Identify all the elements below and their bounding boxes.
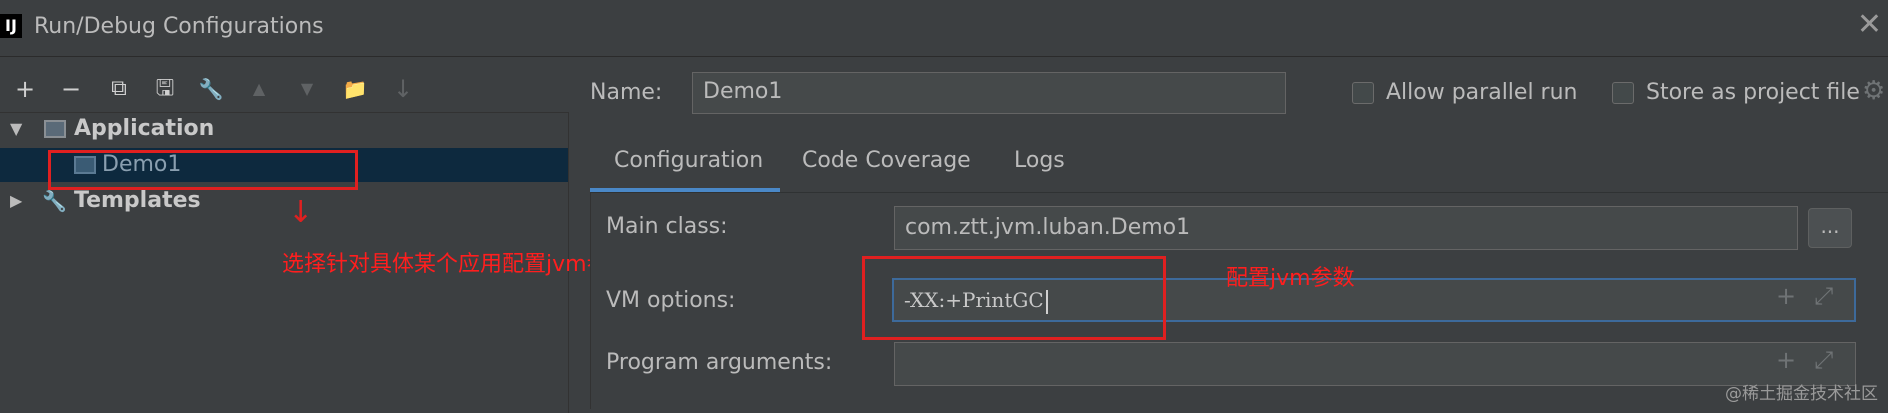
annotation-note-right: 配置jvm参数 bbox=[1226, 266, 1355, 291]
add-icon[interactable]: + bbox=[10, 74, 40, 104]
tree-item-application[interactable]: ▼ Application bbox=[0, 112, 568, 146]
plus-icon[interactable]: + bbox=[1776, 282, 1796, 310]
main-class-label: Main class: bbox=[606, 214, 728, 239]
gear-icon[interactable]: ⚙ bbox=[1862, 76, 1885, 106]
folder-icon[interactable]: 📁 bbox=[340, 74, 370, 104]
copy-icon[interactable]: ⧉ bbox=[104, 74, 134, 104]
expand-icon[interactable]: ⤢ bbox=[1814, 346, 1833, 374]
tree-item-label: Application bbox=[74, 116, 215, 141]
move-up-icon[interactable]: ▲ bbox=[244, 74, 274, 104]
name-label: Name: bbox=[590, 80, 663, 105]
tab-logs[interactable]: Logs bbox=[1014, 148, 1065, 173]
move-down-icon[interactable]: ▼ bbox=[292, 74, 322, 104]
save-icon[interactable]: 🖫 bbox=[150, 74, 180, 104]
expanded-caret-icon[interactable]: ▼ bbox=[10, 112, 22, 146]
annotation-box-vm-options bbox=[862, 256, 1166, 340]
store-project-label: Store as project file bbox=[1646, 80, 1860, 105]
store-project-checkbox[interactable] bbox=[1612, 82, 1634, 104]
main-class-input[interactable]: com.ztt.jvm.luban.Demo1 bbox=[894, 206, 1798, 250]
browse-button[interactable]: ... bbox=[1808, 208, 1852, 248]
program-arguments-input[interactable] bbox=[894, 342, 1856, 386]
window-title: Run/Debug Configurations bbox=[34, 14, 324, 39]
remove-icon[interactable]: − bbox=[56, 74, 86, 104]
collapsed-caret-icon[interactable]: ▶ bbox=[10, 184, 22, 218]
annotation-note-left: 选择针对具体某个应用配置jvm参数 bbox=[282, 252, 631, 277]
intellij-logo-icon: IJ bbox=[0, 14, 22, 38]
sort-icon[interactable]: ↓ bbox=[388, 74, 418, 104]
annotation-box-demo1 bbox=[48, 150, 358, 190]
name-input[interactable]: Demo1 bbox=[692, 72, 1286, 114]
annotation-arrow-icon: ↓ bbox=[288, 195, 314, 230]
program-arguments-label: Program arguments: bbox=[606, 350, 833, 375]
expand-icon[interactable]: ⤢ bbox=[1814, 282, 1833, 310]
tab-configuration[interactable]: Configuration bbox=[614, 148, 763, 173]
wrench-icon[interactable]: 🔧 bbox=[196, 74, 226, 104]
vm-options-label: VM options: bbox=[606, 288, 736, 313]
close-icon[interactable]: ✕ bbox=[1857, 10, 1882, 40]
watermark: @稀土掘金技术社区 bbox=[1725, 384, 1878, 404]
tab-code-coverage[interactable]: Code Coverage bbox=[802, 148, 971, 173]
plus-icon[interactable]: + bbox=[1776, 346, 1796, 374]
allow-parallel-checkbox[interactable] bbox=[1352, 82, 1374, 104]
application-icon bbox=[44, 120, 66, 138]
allow-parallel-label: Allow parallel run bbox=[1386, 80, 1578, 105]
